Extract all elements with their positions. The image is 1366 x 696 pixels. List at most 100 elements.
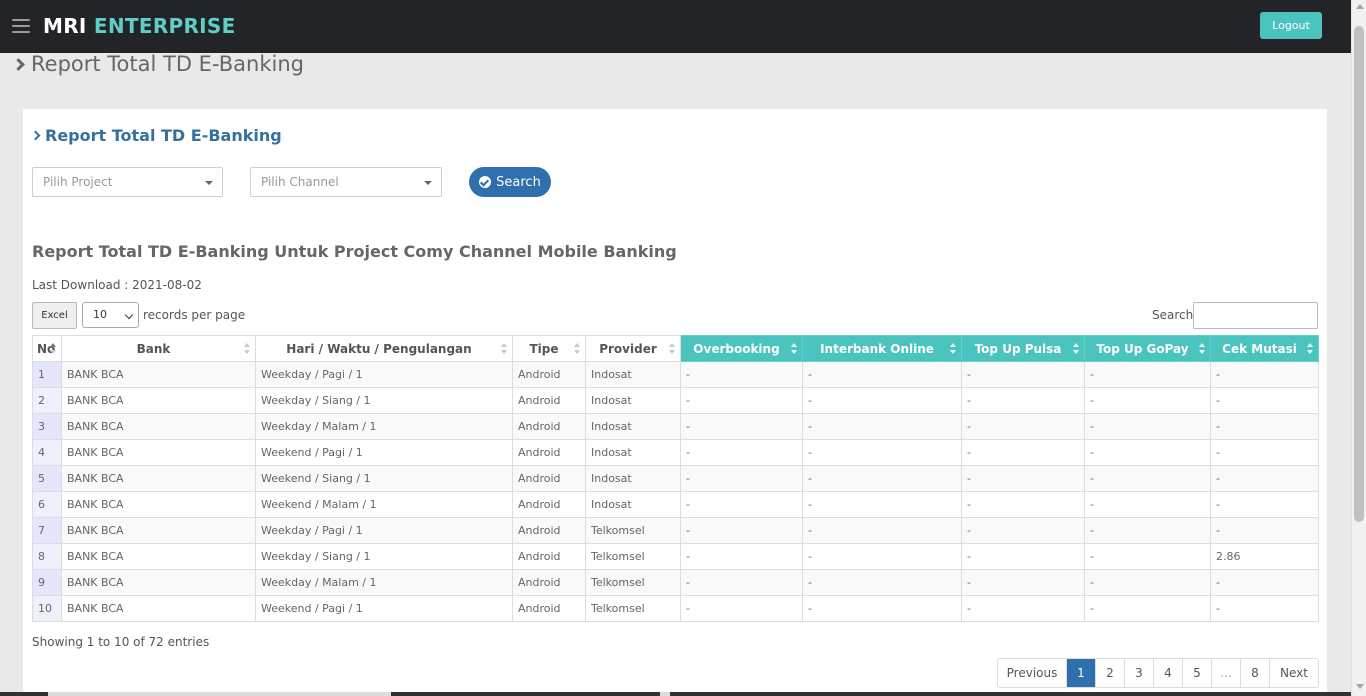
channel-select-value: Pilih Channel xyxy=(261,175,339,189)
scroll-thumb[interactable] xyxy=(1354,26,1364,522)
column-header-provider[interactable]: Provider xyxy=(585,335,681,362)
column-header-no[interactable]: No xyxy=(32,335,62,362)
column-header-top-up-pulsa[interactable]: Top Up Pulsa xyxy=(961,335,1085,362)
panel-heading: Report Total TD E-Banking xyxy=(30,126,282,145)
report-table: No Bank Hari / Waktu / Pengulangan Tipe … xyxy=(32,335,1319,622)
table-search-label: Search: xyxy=(1152,308,1198,322)
pagination-page-8[interactable]: 8 xyxy=(1241,659,1270,687)
cell-interbank-online: - xyxy=(802,387,962,414)
page-scrollbar[interactable] xyxy=(1351,0,1366,696)
column-header-cek-mutasi[interactable]: Cek Mutasi xyxy=(1210,335,1319,362)
cell-provider: Indosat xyxy=(585,439,681,466)
column-header-interbank-online[interactable]: Interbank Online xyxy=(802,335,962,362)
cell-overbooking: - xyxy=(680,439,803,466)
cell-top-up-gopay: - xyxy=(1084,387,1211,414)
pagination-page-3[interactable]: 3 xyxy=(1125,659,1154,687)
table-row[interactable]: 3 BANK BCA Weekday / Malam / 1 Android Indos… xyxy=(32,413,1319,440)
column-header-tipe[interactable]: Tipe xyxy=(512,335,586,362)
cell-hari-waktu: Weekday / Siang / 1 xyxy=(255,387,513,414)
bottom-strip-segment xyxy=(48,692,391,696)
column-header-bank[interactable]: Bank xyxy=(61,335,256,362)
cell-no: 7 xyxy=(32,517,62,544)
hamburger-menu-icon[interactable] xyxy=(12,19,30,33)
cell-cek-mutasi: - xyxy=(1210,595,1319,622)
cell-no: 4 xyxy=(32,439,62,466)
cell-top-up-gopay: - xyxy=(1084,439,1211,466)
cell-top-up-pulsa: - xyxy=(961,543,1085,570)
cell-top-up-pulsa: - xyxy=(961,569,1085,596)
cell-interbank-online: - xyxy=(802,517,962,544)
cell-bank: BANK BCA xyxy=(61,491,256,518)
sort-icon xyxy=(950,343,956,355)
last-download-text: Last Download : 2021-08-02 xyxy=(32,278,202,292)
table-search-input[interactable] xyxy=(1193,302,1318,329)
cell-top-up-gopay: - xyxy=(1084,595,1211,622)
table-row[interactable]: 6 BANK BCA Weekend / Malam / 1 Android Indos… xyxy=(32,491,1319,518)
table-row[interactable]: 1 BANK BCA Weekday / Pagi / 1 Android Indosa… xyxy=(32,361,1319,388)
cell-tipe: Android xyxy=(512,361,586,388)
top-navbar: MRI ENTERPRISE Logout xyxy=(0,0,1351,53)
cell-no: 2 xyxy=(32,387,62,414)
column-header-hari-waktu[interactable]: Hari / Waktu / Pengulangan xyxy=(255,335,513,362)
column-header-overbooking[interactable]: Overbooking xyxy=(680,335,803,362)
cell-no: 5 xyxy=(32,465,62,492)
table-row[interactable]: 9 BANK BCA Weekday / Malam / 1 Android Telko… xyxy=(32,569,1319,596)
page-length-select[interactable]: 10 xyxy=(82,302,139,328)
sort-icon xyxy=(1199,343,1205,355)
cell-provider: Indosat xyxy=(585,387,681,414)
table-row[interactable]: 10 BANK BCA Weekend / Pagi / 1 Android Telko… xyxy=(32,595,1319,622)
sort-icon xyxy=(574,343,580,355)
records-per-page-label: records per page xyxy=(143,308,246,322)
search-button[interactable]: Search xyxy=(469,167,551,197)
cell-no: 10 xyxy=(32,595,62,622)
channel-select[interactable]: Pilih Channel xyxy=(250,167,442,197)
cell-top-up-gopay: - xyxy=(1084,569,1211,596)
cell-provider: Telkomsel xyxy=(585,595,681,622)
cell-overbooking: - xyxy=(680,413,803,440)
table-row[interactable]: 2 BANK BCA Weekday / Siang / 1 Android Indos… xyxy=(32,387,1319,414)
chevron-right-icon xyxy=(12,57,25,71)
pagination-page-5[interactable]: 5 xyxy=(1183,659,1212,687)
pagination-page-4[interactable]: 4 xyxy=(1154,659,1183,687)
brand-logo[interactable]: MRI ENTERPRISE xyxy=(43,14,236,38)
caret-down-icon xyxy=(205,181,213,185)
cell-tipe: Android xyxy=(512,465,586,492)
check-circle-icon xyxy=(479,176,492,188)
cell-overbooking: - xyxy=(680,361,803,388)
cell-no: 9 xyxy=(32,569,62,596)
brand-text-enterprise: ENTERPRISE xyxy=(93,14,236,38)
cell-cek-mutasi: 2.86 xyxy=(1210,543,1319,570)
cell-interbank-online: - xyxy=(802,595,962,622)
table-row[interactable]: 8 BANK BCA Weekday / Siang / 1 Android Telko… xyxy=(32,543,1319,570)
table-row[interactable]: 5 BANK BCA Weekend / Siang / 1 Android Indos… xyxy=(32,465,1319,492)
cell-no: 6 xyxy=(32,491,62,518)
cell-top-up-pulsa: - xyxy=(961,387,1085,414)
excel-export-button[interactable]: Excel xyxy=(32,302,77,329)
cell-bank: BANK BCA xyxy=(61,413,256,440)
cell-provider: Indosat xyxy=(585,491,681,518)
cell-provider: Telkomsel xyxy=(585,543,681,570)
page-title: Report Total TD E-Banking xyxy=(12,52,304,76)
cell-top-up-gopay: - xyxy=(1084,543,1211,570)
pagination-page-1[interactable]: 1 xyxy=(1067,659,1096,687)
pagination-previous[interactable]: Previous xyxy=(998,659,1067,687)
pagination-page-2[interactable]: 2 xyxy=(1096,659,1125,687)
table-row[interactable]: 7 BANK BCA Weekday / Pagi / 1 Android Telkom… xyxy=(32,517,1319,544)
cell-top-up-gopay: - xyxy=(1084,465,1211,492)
cell-cek-mutasi: - xyxy=(1210,439,1319,466)
scroll-down-arrow-icon[interactable] xyxy=(1356,684,1364,689)
cell-hari-waktu: Weekday / Pagi / 1 xyxy=(255,361,513,388)
bottom-strip-segment xyxy=(660,692,670,696)
project-select[interactable]: Pilih Project xyxy=(32,167,223,197)
cell-interbank-online: - xyxy=(802,465,962,492)
scroll-up-arrow-icon[interactable] xyxy=(1356,4,1364,9)
table-row[interactable]: 4 BANK BCA Weekend / Pagi / 1 Android Indosa… xyxy=(32,439,1319,466)
column-header-top-up-gopay[interactable]: Top Up GoPay xyxy=(1084,335,1211,362)
cell-hari-waktu: Weekend / Siang / 1 xyxy=(255,465,513,492)
sort-icon xyxy=(791,343,797,355)
pagination-next[interactable]: Next xyxy=(1270,659,1318,687)
cell-top-up-gopay: - xyxy=(1084,491,1211,518)
logout-button[interactable]: Logout xyxy=(1260,12,1322,39)
cell-hari-waktu: Weekend / Pagi / 1 xyxy=(255,439,513,466)
cell-overbooking: - xyxy=(680,387,803,414)
